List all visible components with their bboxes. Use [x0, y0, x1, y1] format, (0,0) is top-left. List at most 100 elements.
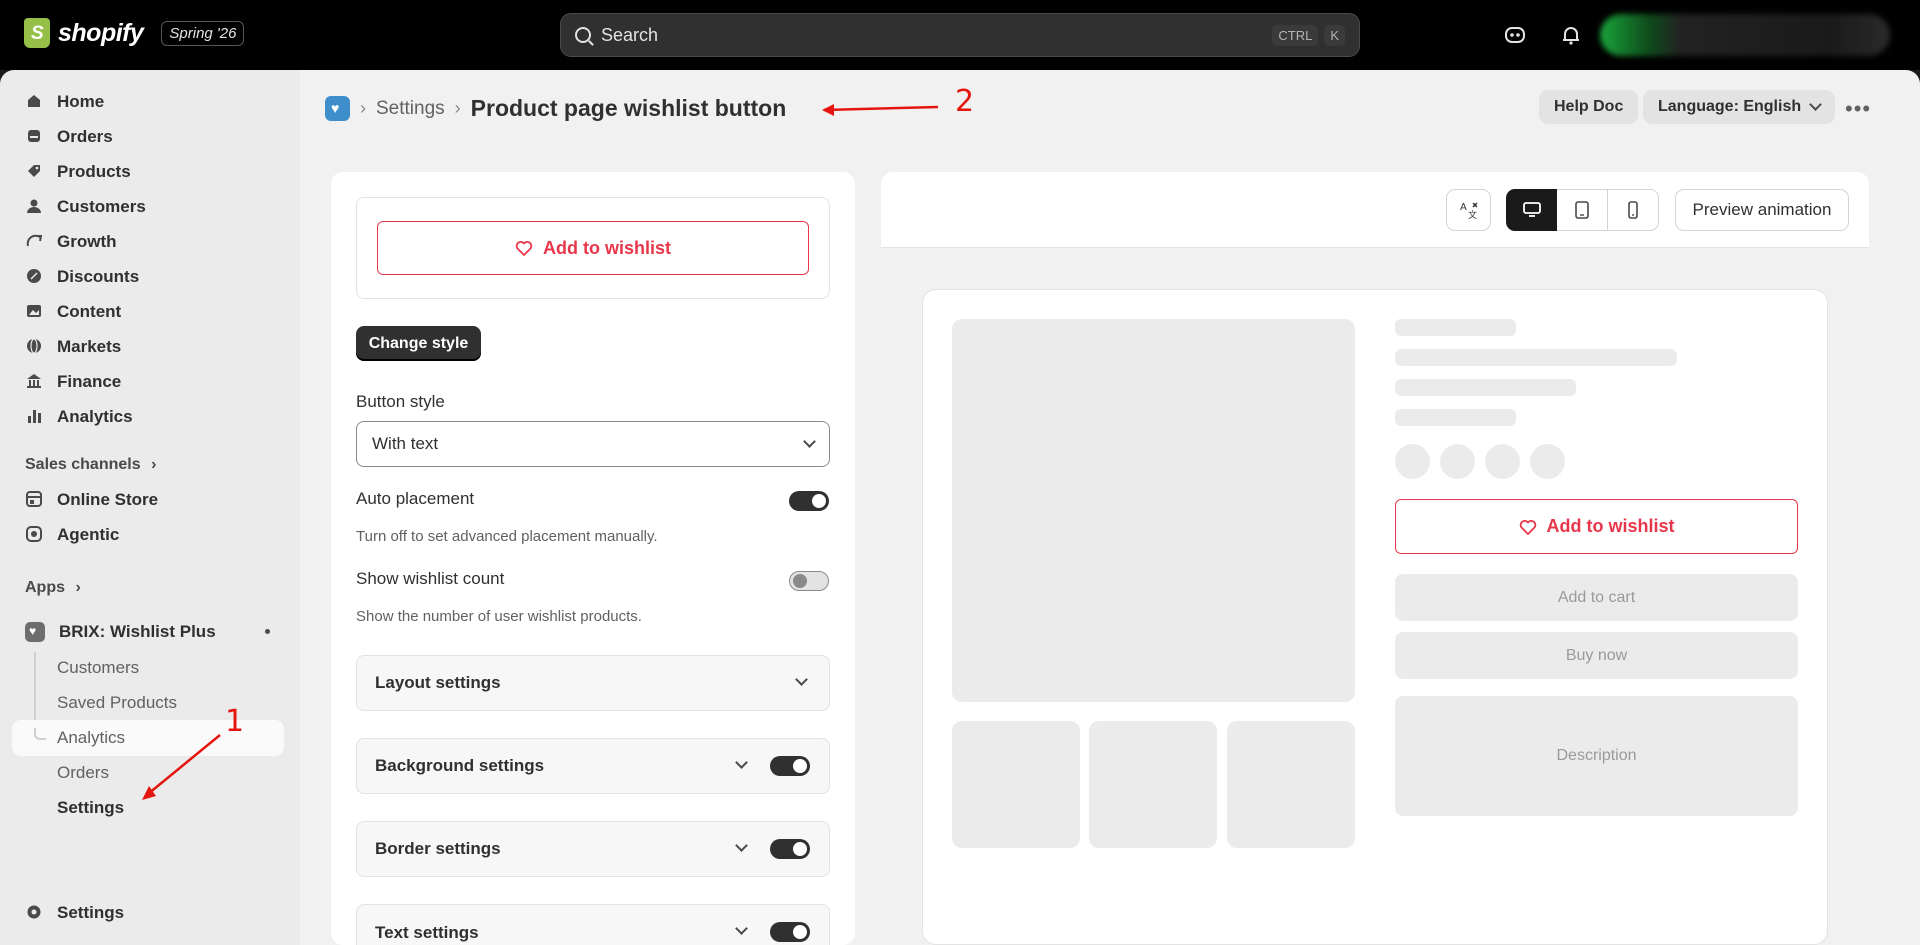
chevron-right-icon: › — [75, 579, 81, 596]
wishlist-count-label: Show wishlist count — [356, 569, 505, 588]
page-title: Product page wishlist button — [470, 95, 787, 121]
chevron-down-icon — [795, 673, 808, 686]
sidebar-item-discounts[interactable]: Discounts — [12, 259, 284, 294]
help-doc-button[interactable]: Help Doc — [1539, 90, 1639, 124]
sidebar-item-label: Customers — [57, 196, 146, 216]
user-account-menu[interactable] — [1600, 14, 1890, 56]
translate-icon: A文 — [1460, 202, 1478, 220]
language-label: Language: English — [1658, 98, 1802, 115]
text-settings-accordion[interactable]: Text settings — [356, 904, 830, 945]
border-settings-accordion[interactable]: Border settings — [356, 821, 830, 877]
edition-badge: Spring '26 — [161, 20, 245, 46]
sidebar-subitem-saved-products[interactable]: Saved Products — [57, 685, 177, 720]
discount-icon — [25, 268, 43, 286]
sidebar-item-products[interactable]: Products — [12, 154, 284, 189]
bell-icon[interactable] — [1560, 24, 1582, 46]
wishlist-count-help: Show the number of user wishlist product… — [356, 608, 642, 625]
search-icon — [575, 27, 591, 43]
swatch-placeholder — [1395, 444, 1430, 479]
text-line-placeholder — [1395, 379, 1576, 396]
tag-icon — [25, 163, 43, 181]
desktop-view-button[interactable] — [1506, 189, 1557, 231]
search-input[interactable]: Search CTRL K — [560, 13, 1360, 57]
preview-wishlist-button[interactable]: Add to wishlist — [1395, 499, 1798, 554]
wishlist-app-icon — [25, 621, 45, 642]
border-settings-toggle[interactable] — [770, 839, 810, 859]
apps-heading[interactable]: Apps › — [25, 579, 81, 597]
main-image-placeholder — [952, 319, 1355, 702]
thumbnail-placeholder — [1227, 721, 1355, 848]
shopify-logo[interactable]: shopify Spring '26 — [24, 18, 245, 48]
sidebar-item-agentic[interactable]: Agentic — [12, 517, 284, 552]
wishlist-app-icon[interactable] — [325, 96, 350, 121]
inbox-icon — [25, 128, 43, 146]
heart-icon — [515, 239, 533, 257]
sidebar-item-finance[interactable]: Finance — [12, 364, 284, 399]
app-status-dot — [265, 629, 270, 634]
thumbnail-placeholder — [952, 721, 1080, 848]
sidebar-item-orders[interactable]: Orders — [12, 119, 284, 154]
layout-settings-accordion[interactable]: Layout settings — [356, 655, 830, 711]
sidebar-item-growth[interactable]: Growth — [12, 224, 284, 259]
translate-toggle-button[interactable]: A文 — [1446, 189, 1491, 231]
sidebar-subitem-settings[interactable]: Settings — [57, 790, 124, 825]
sales-channels-label: Sales channels — [25, 456, 141, 473]
breadcrumb-settings-link[interactable]: Settings — [376, 98, 445, 120]
sidebar-subitem-customers[interactable]: Customers — [57, 650, 139, 685]
swatch-placeholder — [1440, 444, 1475, 479]
mobile-view-button[interactable] — [1608, 189, 1659, 231]
bar-chart-icon — [25, 408, 43, 426]
sidebar-item-online-store[interactable]: Online Store — [12, 482, 284, 517]
annotation-arrow-2 — [822, 104, 939, 116]
wishlist-button-label: Add to wishlist — [1546, 516, 1675, 536]
image-icon — [25, 303, 43, 321]
sidebar-item-label: Settings — [57, 902, 125, 922]
sidebar-item-label: Markets — [57, 336, 122, 356]
more-actions-icon[interactable]: ••• — [1845, 96, 1871, 122]
bank-icon — [25, 373, 43, 391]
sidebar-item-settings[interactable]: Settings — [12, 895, 284, 930]
annotation-arrow-1 — [142, 734, 221, 800]
swatch-placeholder — [1485, 444, 1520, 479]
button-style-select[interactable]: With text — [356, 421, 830, 467]
sidekick-icon[interactable] — [1504, 24, 1526, 46]
mobile-icon — [1628, 201, 1638, 219]
language-select[interactable]: Language: English — [1643, 90, 1836, 124]
wishlist-button-preview[interactable]: Add to wishlist — [377, 221, 809, 275]
background-settings-accordion[interactable]: Background settings — [356, 738, 830, 794]
sidebar-item-brix-wishlist[interactable]: BRIX: Wishlist Plus — [12, 614, 284, 649]
description-placeholder: Description — [1395, 696, 1798, 816]
growth-icon — [25, 233, 43, 251]
change-style-button[interactable]: Change style — [356, 326, 481, 361]
svg-text:文: 文 — [1468, 209, 1477, 220]
sidebar-subitem-orders[interactable]: Orders — [57, 755, 109, 790]
chevron-right-icon: › — [454, 98, 461, 118]
sidebar-subitem-analytics[interactable]: Analytics — [57, 720, 125, 755]
sidebar-item-markets[interactable]: Markets — [12, 329, 284, 364]
sidebar-item-label: Analytics — [57, 406, 133, 426]
sales-channels-heading[interactable]: Sales channels › — [25, 456, 156, 474]
sidebar-item-label: Products — [57, 161, 131, 181]
tree-hook — [34, 728, 46, 740]
sidebar-item-label: Agentic — [57, 524, 120, 544]
wishlist-count-toggle[interactable] — [789, 571, 829, 591]
sidebar-item-home[interactable]: Home — [12, 84, 284, 119]
chevron-down-icon — [735, 922, 748, 935]
heart-icon — [1519, 518, 1537, 536]
preview-animation-button[interactable]: Preview animation — [1675, 189, 1849, 231]
annotation-number-2: 2 — [955, 84, 975, 119]
accordion-title: Background settings — [375, 756, 545, 775]
text-settings-toggle[interactable] — [770, 922, 810, 942]
sidebar-item-content[interactable]: Content — [12, 294, 284, 329]
auto-placement-toggle[interactable] — [789, 491, 829, 511]
accordion-title: Text settings — [375, 923, 479, 942]
gear-icon — [25, 904, 43, 922]
chevron-down-icon — [735, 839, 748, 852]
sidebar-item-label: Discounts — [57, 266, 140, 286]
chevron-down-icon — [803, 435, 816, 448]
sidebar-item-label: Finance — [57, 371, 122, 391]
background-settings-toggle[interactable] — [770, 756, 810, 776]
sidebar-item-customers[interactable]: Customers — [12, 189, 284, 224]
tablet-view-button[interactable] — [1557, 189, 1608, 231]
sidebar-item-analytics[interactable]: Analytics — [12, 399, 284, 434]
